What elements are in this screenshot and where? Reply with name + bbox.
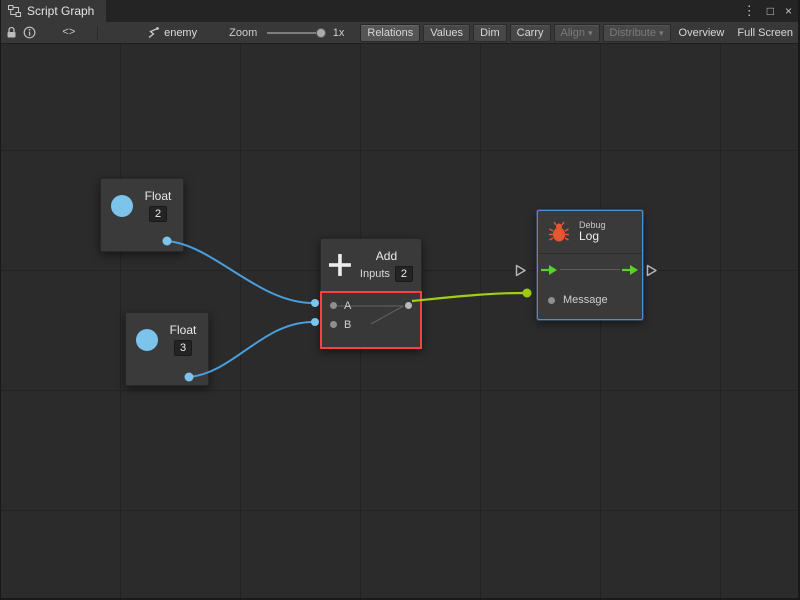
output-port-sum[interactable] [405, 302, 412, 309]
log-node-header: Debug Log [538, 211, 642, 253]
values-button[interactable]: Values [423, 24, 470, 42]
float-node-1[interactable]: Float 2 [100, 178, 184, 252]
wire-endpoint-a [311, 299, 319, 307]
control-exit-triangle-icon[interactable] [646, 264, 658, 277]
chevron-down-icon: ▾ [659, 28, 664, 38]
window-controls: ⋮ □ × [743, 0, 792, 22]
overview-button[interactable]: Overview [674, 25, 730, 41]
node-title: Log [579, 230, 606, 244]
float-node-body: Float 2 [101, 179, 183, 222]
float-node-body: Float 3 [126, 313, 208, 356]
wire-endpoint-b [311, 318, 319, 326]
float-node-2[interactable]: Float 3 [125, 312, 209, 386]
align-dropdown[interactable]: Align▾ [554, 24, 600, 42]
zoom-label: Zoom [229, 27, 257, 39]
graph-asset-icon [146, 27, 159, 39]
control-entry-triangle-icon[interactable] [515, 264, 527, 277]
graph-toolbar: <> enemy Zoom 1x Relations Values Dim Ca… [0, 22, 800, 44]
node-title: Float [145, 189, 172, 203]
inputs-label: Inputs [360, 268, 390, 280]
plus-icon [329, 254, 351, 276]
graph-breadcrumb[interactable]: enemy [146, 27, 197, 39]
port-row-a: A [322, 296, 420, 315]
message-port-row: Message [538, 285, 642, 306]
debug-log-node[interactable]: Debug Log Message [537, 210, 643, 320]
tab-label: Script Graph [27, 4, 94, 18]
input-port-a[interactable] [330, 302, 337, 309]
tab-script-graph[interactable]: Script Graph [0, 0, 106, 22]
input-port-b[interactable] [330, 321, 337, 328]
align-label: Align [561, 27, 585, 39]
script-graph-window: Script Graph ⋮ □ × <> [0, 0, 800, 600]
dim-button[interactable]: Dim [473, 24, 507, 42]
chevron-down-icon: ▾ [588, 28, 593, 38]
inputs-count-input[interactable]: 2 [395, 266, 413, 282]
port-a-label: A [344, 300, 351, 312]
lock-icon[interactable] [6, 24, 17, 42]
control-flow-row [538, 253, 642, 285]
node-title: Float [170, 323, 197, 337]
flow-relation-line [560, 269, 620, 270]
relations-button[interactable]: Relations [360, 24, 420, 42]
wire-add-to-message[interactable] [412, 293, 523, 301]
graph-name: enemy [164, 27, 197, 39]
wire-float1-to-a[interactable] [167, 241, 313, 303]
info-icon[interactable] [23, 24, 36, 42]
close-icon[interactable]: × [785, 0, 792, 22]
full-screen-button[interactable]: Full Screen [732, 25, 798, 41]
distribute-label: Distribute [610, 27, 656, 39]
graph-canvas[interactable]: Float 2 Float 3 [0, 44, 800, 600]
message-input-port[interactable] [548, 297, 555, 304]
float-circle-icon [111, 195, 133, 217]
control-input-arrow-icon[interactable] [541, 264, 558, 276]
float-circle-icon [136, 329, 158, 351]
message-label: Message [563, 294, 608, 306]
node-title: Add [376, 249, 397, 263]
zoom-slider-handle[interactable] [316, 28, 326, 38]
add-node[interactable]: Add Inputs 2 A [320, 238, 422, 349]
float-value-input[interactable]: 2 [149, 206, 167, 222]
code-view-icon[interactable]: <> [62, 27, 75, 39]
add-ports-selected[interactable]: A B [320, 291, 422, 349]
toolbar-buttons: Relations Values Dim Carry Align▾ Distri… [360, 24, 798, 42]
port-b-label: B [344, 319, 351, 331]
add-node-header: Add Inputs 2 [321, 239, 421, 291]
carry-button[interactable]: Carry [510, 24, 551, 42]
bug-icon [548, 221, 570, 243]
window-menu-icon[interactable]: ⋮ [743, 0, 756, 22]
zoom-value: 1x [333, 27, 345, 39]
wire-endpoint-message [523, 289, 532, 298]
script-graph-icon [8, 5, 21, 17]
control-output-arrow-icon[interactable] [622, 264, 639, 276]
toolbar-separator [97, 26, 98, 40]
distribute-dropdown[interactable]: Distribute▾ [603, 24, 671, 42]
zoom-slider[interactable] [267, 26, 325, 40]
titlebar: Script Graph ⋮ □ × [0, 0, 800, 22]
port-row-b: B [322, 315, 420, 334]
maximize-icon[interactable]: □ [767, 0, 774, 22]
float-value-input[interactable]: 3 [174, 340, 192, 356]
